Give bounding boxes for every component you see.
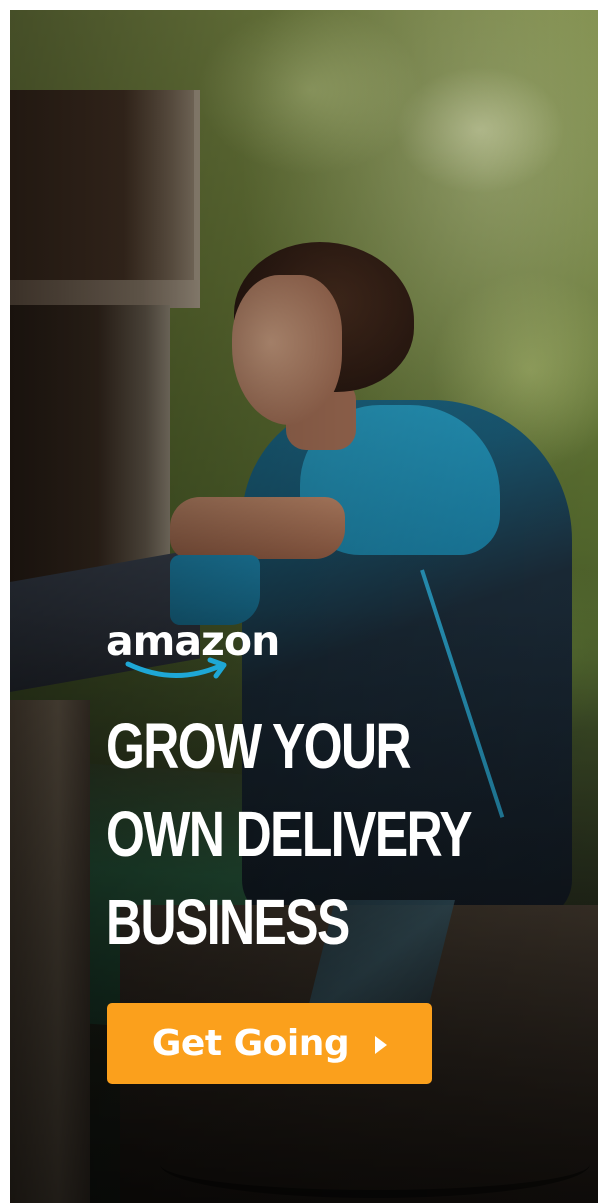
get-going-button[interactable]: Get Going: [107, 1003, 432, 1084]
headline-line-1: GROW YOUR: [106, 710, 412, 782]
amazon-smile-arrow-icon: [125, 657, 227, 679]
headline: GROW YOUR OWN DELIVERY BUSINESS: [106, 702, 480, 966]
cta-label: Get Going: [151, 1023, 350, 1064]
play-arrow-icon: [375, 1035, 388, 1054]
amazon-logo: amazon: [106, 616, 280, 686]
headline-line-3: BUSINESS: [106, 886, 350, 958]
ad-banner[interactable]: amazon GROW YOUR OWN DELIVERY BUSINESS G…: [10, 10, 598, 1203]
headline-line-2: OWN DELIVERY: [106, 798, 473, 870]
